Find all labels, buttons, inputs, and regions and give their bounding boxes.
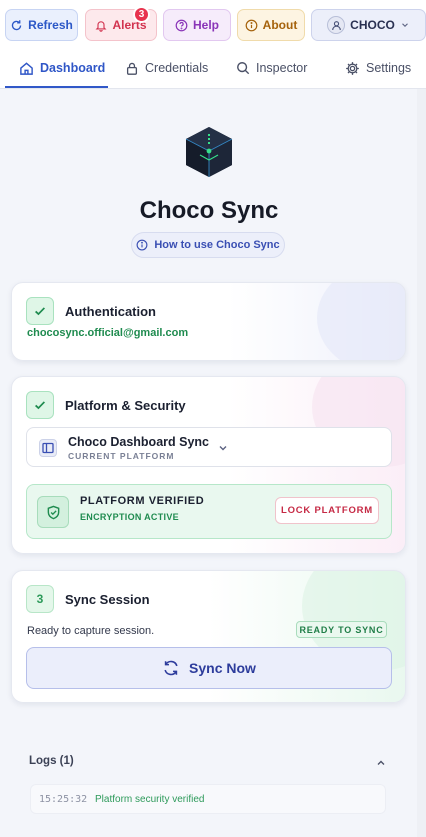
card-decoration (317, 283, 405, 360)
sync-session-card: 3 Sync Session Ready to capture session.… (11, 570, 406, 703)
help-button[interactable]: Help (163, 9, 231, 41)
platform-check-box (26, 391, 54, 419)
user-menu-button[interactable]: CHOCO (311, 9, 426, 41)
check-icon (35, 307, 46, 316)
refresh-button[interactable]: Refresh (5, 9, 78, 41)
home-icon (20, 61, 33, 75)
platform-verified-panel: PLATFORM VERIFIED ENCRYPTION ACTIVE LOCK… (26, 484, 392, 539)
platform-name: Choco Dashboard Sync (68, 435, 209, 449)
check-icon (35, 401, 46, 410)
authentication-card: Authentication chocosync.official@gmail.… (11, 282, 406, 361)
info-icon (245, 19, 258, 31)
alerts-count-badge: 3 (133, 6, 150, 23)
tab-dashboard[interactable]: Dashboard (19, 48, 105, 88)
tab-credentials[interactable]: Credentials (125, 48, 208, 88)
session-title: Sync Session (65, 592, 150, 607)
step-number: 3 (26, 585, 54, 613)
verified-subtitle: ENCRYPTION ACTIVE (80, 512, 179, 522)
user-label: CHOCO (350, 18, 395, 32)
shield-check-icon (47, 505, 59, 519)
about-label: About (262, 18, 298, 32)
lock-platform-button[interactable]: LOCK PLATFORM (275, 497, 379, 524)
log-message: Platform security verified (95, 794, 205, 805)
lock-icon (126, 62, 138, 75)
tab-inspector[interactable]: Inspector (236, 48, 307, 88)
avatar (327, 16, 346, 34)
tab-settings[interactable]: Settings (345, 48, 411, 88)
about-button[interactable]: About (237, 9, 305, 41)
session-status: Ready to capture session. (27, 625, 155, 637)
tab-credentials-label: Credentials (145, 61, 209, 75)
sidebar-panel-icon (39, 439, 57, 457)
log-entry: 15:25:32 Platform security verified (30, 784, 386, 814)
search-icon (237, 62, 250, 75)
chevron-up-icon[interactable] (375, 757, 387, 769)
chevron-down-icon (401, 23, 408, 28)
platform-sub-label: CURRENT PLATFORM (68, 451, 175, 461)
active-tab-indicator (5, 86, 108, 88)
platform-select[interactable]: Choco Dashboard Sync CURRENT PLATFORM (26, 427, 392, 467)
app-logo (185, 127, 233, 177)
tab-dashboard-label: Dashboard (40, 61, 106, 75)
tab-bar: Dashboard Credentials Inspector Settings (0, 48, 426, 89)
log-time: 15:25:32 (39, 794, 88, 805)
gear-icon (346, 61, 359, 75)
question-icon (175, 19, 188, 31)
auth-check-box (26, 297, 54, 325)
platform-security-card: Platform & Security Choco Dashboard Sync… (11, 376, 406, 554)
bell-icon (96, 20, 107, 32)
auth-title: Authentication (65, 304, 156, 319)
user-icon (331, 20, 341, 30)
platform-title: Platform & Security (65, 398, 186, 413)
status-badge: READY TO SYNC (296, 621, 387, 638)
top-toolbar: Refresh Alerts 3 Help About CHOCO (0, 0, 426, 48)
how-to-link[interactable]: How to use Choco Sync (131, 232, 285, 258)
tab-settings-label: Settings (366, 61, 412, 75)
refresh-label: Refresh (28, 18, 73, 32)
shield-box (37, 496, 69, 528)
how-to-label: How to use Choco Sync (154, 239, 280, 251)
logs-title[interactable]: Logs (1) (29, 755, 74, 767)
chevron-down-icon (219, 446, 227, 451)
sync-now-button[interactable]: Sync Now (26, 647, 392, 689)
refresh-icon (164, 660, 178, 676)
scrollbar[interactable] (417, 89, 426, 837)
sync-now-label: Sync Now (189, 660, 256, 676)
verified-title: PLATFORM VERIFIED (80, 495, 205, 507)
info-icon (136, 239, 148, 251)
app-title: Choco Sync (139, 197, 279, 224)
tab-inspector-label: Inspector (256, 61, 308, 75)
refresh-icon (11, 19, 22, 30)
alerts-button[interactable]: Alerts 3 (85, 6, 157, 41)
auth-email: chocosync.official@gmail.com (27, 327, 189, 339)
help-label: Help (192, 18, 219, 32)
